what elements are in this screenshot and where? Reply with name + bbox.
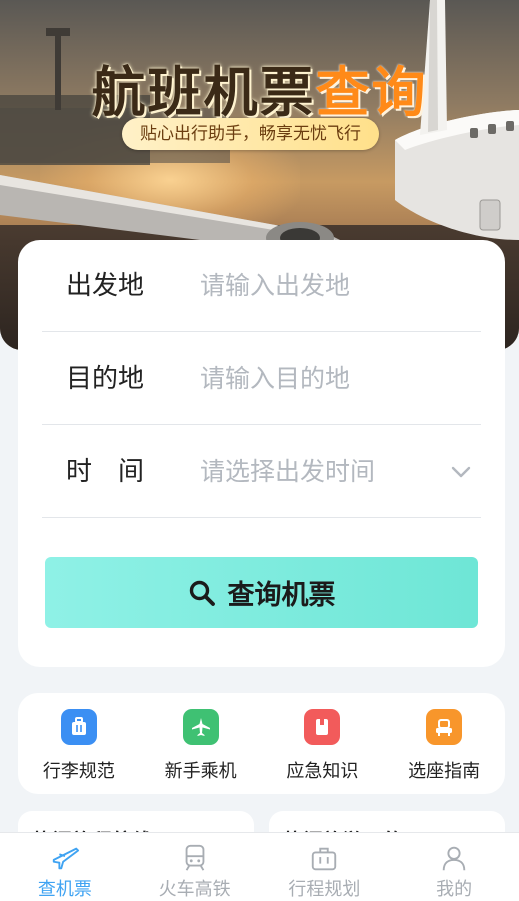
search-button-label: 查询机票: [227, 580, 336, 611]
quick-link-beginner[interactable]: 新手乘机: [140, 693, 262, 794]
bottom-tab-bar: 查机票 火车高铁 行程规划 我的: [0, 832, 519, 901]
search-flights-button[interactable]: 查询机票: [45, 557, 478, 628]
departure-input[interactable]: 请输入出发地: [200, 240, 350, 332]
train-icon: [185, 844, 204, 871]
destination-input[interactable]: 请输入目的地: [200, 333, 350, 425]
tab-itinerary[interactable]: 行程规划: [260, 833, 390, 901]
tab-label: 行程规划: [288, 879, 361, 900]
page-title-highlight: 查询: [315, 61, 428, 124]
page-title: 航班机票查询: [0, 48, 519, 127]
quick-links: 行李规范 新手乘机 应急知识 选座指南: [18, 693, 505, 794]
tab-label: 火车高铁: [158, 879, 231, 900]
destination-field[interactable]: 目的地 请输入目的地: [42, 333, 481, 425]
search-icon: [189, 580, 215, 606]
tab-profile[interactable]: 我的: [389, 833, 519, 901]
quick-link-label: 新手乘机: [164, 761, 237, 782]
tab-flights[interactable]: 查机票: [0, 833, 130, 901]
seat-icon: [426, 709, 463, 745]
departure-field[interactable]: 出发地 请输入出发地: [42, 240, 481, 332]
user-icon: [442, 846, 466, 871]
destination-label: 目的地: [66, 364, 145, 394]
tab-label: 查机票: [37, 879, 92, 900]
quick-link-label: 应急知识: [286, 761, 359, 782]
hero-subtitle: 贴心出行助手，畅享无忧飞行: [122, 118, 379, 150]
date-picker[interactable]: 请选择出发时间: [200, 426, 375, 518]
quick-link-emergency[interactable]: 应急知识: [262, 693, 384, 794]
first-aid-icon: [304, 709, 341, 745]
airplane-icon: [52, 847, 79, 870]
quick-link-seat-guide[interactable]: 选座指南: [383, 693, 505, 794]
luggage-icon: [60, 709, 97, 745]
airplane-icon: [182, 709, 219, 745]
page-title-main: 航班机票: [91, 61, 316, 124]
departure-label: 出发地: [66, 271, 145, 301]
briefcase-icon: [312, 847, 337, 871]
quick-link-label: 选座指南: [408, 761, 481, 782]
flight-search-card: 出发地 请输入出发地 目的地 请输入目的地 时 间 请选择出发时间 查询机票: [18, 240, 505, 667]
quick-link-luggage[interactable]: 行李规范: [18, 693, 140, 794]
chevron-down-icon[interactable]: [449, 460, 473, 484]
date-field[interactable]: 时 间 请选择出发时间: [42, 426, 481, 518]
tab-train[interactable]: 火车高铁: [130, 833, 260, 901]
quick-link-label: 行李规范: [42, 761, 115, 782]
tab-label: 我的: [436, 879, 473, 900]
date-label: 时 间: [66, 457, 145, 487]
